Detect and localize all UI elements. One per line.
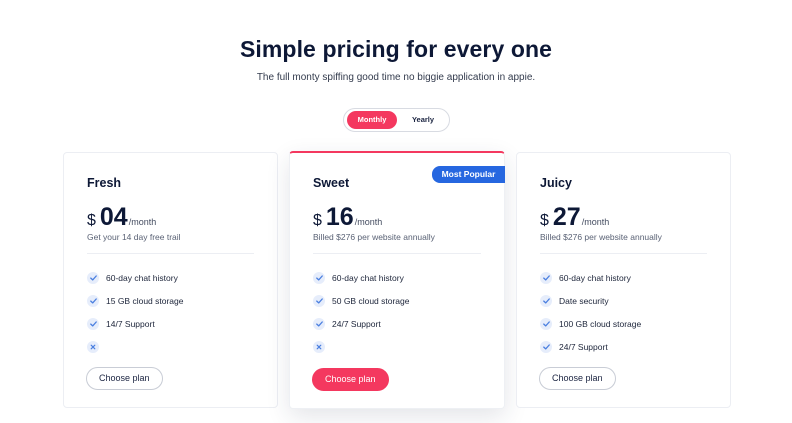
feature-item: 100 GB cloud storage (540, 312, 641, 335)
feature-text: Date security (559, 295, 609, 306)
feature-item: 14/7 Support (87, 312, 184, 335)
feature-text: 60-day chat history (559, 272, 631, 283)
billing-toggle-yearly[interactable]: Yearly (398, 111, 448, 129)
plan-price: $ 04 /month (87, 203, 156, 232)
price-amount: 16 (325, 203, 354, 231)
feature-list: 60-day chat history Date security 100 GB… (540, 266, 641, 358)
check-icon (313, 294, 325, 307)
page-title: Simple pricing for every one (239, 36, 553, 62)
feature-item: Date security (540, 289, 641, 312)
choose-plan-button-sweet[interactable]: Choose plan (312, 368, 389, 391)
feature-text: 15 GB cloud storage (106, 295, 184, 306)
price-amount: 04 (99, 203, 128, 231)
check-icon (87, 294, 99, 307)
divider (87, 253, 254, 254)
feature-text: 60-day chat history (106, 272, 178, 283)
check-icon (313, 271, 325, 284)
feature-list: 60-day chat history 50 GB cloud storage … (313, 266, 410, 358)
feature-text: 24/7 Support (332, 318, 381, 329)
plan-card-juicy: Juicy $ 27 /month Billed $276 per websit… (516, 152, 731, 408)
feature-item (313, 335, 410, 358)
feature-item: 60-day chat history (540, 266, 641, 289)
price-note: Get your 14 day free trail (87, 232, 181, 242)
plan-card-sweet: Most Popular Sweet $ 16 /month Billed $2… (289, 151, 505, 409)
feature-item: 60-day chat history (313, 266, 410, 289)
plan-name: Juicy (540, 176, 572, 190)
page-subtitle: The full monty spiffing good time no big… (256, 72, 536, 83)
feature-item (87, 335, 184, 358)
feature-text: 14/7 Support (106, 318, 155, 329)
x-icon (313, 340, 325, 353)
check-icon (540, 317, 552, 330)
feature-item: 15 GB cloud storage (87, 289, 184, 312)
check-icon (540, 340, 552, 353)
check-icon (87, 317, 99, 330)
feature-list: 60-day chat history 15 GB cloud storage … (87, 266, 184, 358)
plan-price: $ 27 /month (540, 203, 609, 232)
currency-symbol: $ (313, 212, 322, 229)
price-note: Billed $276 per website annually (313, 232, 435, 242)
plan-name: Sweet (313, 176, 350, 190)
feature-item: 50 GB cloud storage (313, 289, 410, 312)
billing-toggle-monthly[interactable]: Monthly (347, 111, 397, 129)
feature-item: 60-day chat history (87, 266, 184, 289)
price-period: /month (581, 217, 610, 227)
choose-plan-button-juicy[interactable]: Choose plan (539, 367, 616, 390)
check-icon (313, 317, 325, 330)
price-note: Billed $276 per website annually (540, 232, 662, 242)
choose-plan-button-fresh[interactable]: Choose plan (86, 367, 163, 390)
billing-toggle[interactable]: Monthly Yearly (343, 108, 450, 132)
most-popular-badge: Most Popular (432, 166, 505, 183)
feature-text: 100 GB cloud storage (559, 318, 642, 329)
price-period: /month (128, 217, 157, 227)
currency-symbol: $ (87, 212, 96, 229)
price-period: /month (354, 217, 383, 227)
feature-item: 24/7 Support (313, 312, 410, 335)
feature-text: 60-day chat history (332, 272, 404, 283)
plan-name: Fresh (87, 176, 122, 190)
feature-text: 24/7 Support (559, 341, 608, 352)
check-icon (540, 294, 552, 307)
divider (313, 253, 481, 254)
plan-price: $ 16 /month (313, 203, 382, 232)
check-icon (87, 271, 99, 284)
check-icon (540, 271, 552, 284)
currency-symbol: $ (540, 212, 549, 229)
x-icon (87, 340, 99, 353)
feature-text: 50 GB cloud storage (332, 295, 410, 306)
plan-card-fresh: Fresh $ 04 /month Get your 14 day free t… (63, 152, 278, 408)
price-amount: 27 (552, 203, 581, 231)
feature-item: 24/7 Support (540, 335, 641, 358)
divider (540, 253, 707, 254)
